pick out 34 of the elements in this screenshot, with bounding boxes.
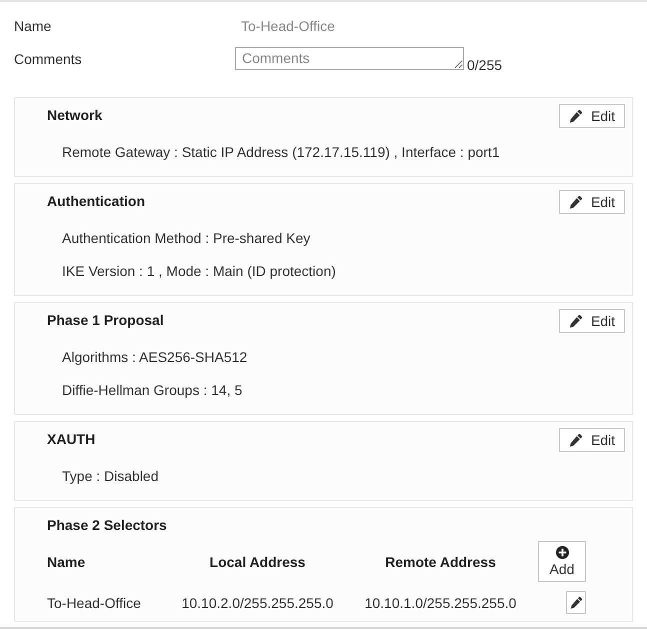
table-cell: 10.10.2.0/255.255.255.0: [182, 594, 334, 610]
comments-label: Comments: [14, 50, 83, 66]
section-title: Network: [47, 106, 102, 122]
name-label: Name: [14, 18, 52, 34]
pencil-icon: [568, 109, 583, 123]
add-button[interactable]: Add: [538, 541, 586, 582]
name-value: To-Head-Office: [240, 18, 335, 34]
section-title: Phase 2 Selectors: [47, 516, 167, 532]
pencil-icon: [568, 433, 583, 447]
column-header: Remote Address: [385, 554, 496, 570]
section-detail: Type : Disabled: [62, 467, 160, 486]
table-cell: 10.10.1.0/255.255.255.0: [364, 594, 516, 610]
section-title: XAUTH: [47, 430, 96, 446]
section-detail: Remote Gateway : Static IP Address (172.17.15.119) , Interface : port1: [62, 143, 501, 162]
edit-button[interactable]: Edit: [559, 309, 625, 333]
section-detail: IKE Version : 1 , Mode : Main (ID protection): [62, 262, 337, 281]
plus-circle-icon: [556, 546, 568, 559]
section-detail: Algorithms : AES256-SHA512: [62, 348, 248, 367]
section-detail: Diffie-Hellman Groups : 14, 5: [62, 381, 244, 400]
edit-button[interactable]: [566, 591, 586, 614]
section-detail: Authentication Method : Pre-shared Key: [62, 229, 312, 248]
comments-field[interactable]: Comments: [235, 47, 464, 70]
edit-button[interactable]: Edit: [559, 104, 625, 128]
section-title: Phase 1 Proposal: [47, 312, 164, 328]
section-title: Authentication: [47, 192, 145, 208]
pencil-icon: [568, 195, 583, 209]
pencil-icon: [570, 596, 582, 609]
pencil-icon: [568, 314, 583, 328]
character-counter: 0/255: [467, 57, 502, 73]
edit-button[interactable]: Edit: [559, 190, 625, 214]
column-header: Local Address: [210, 554, 306, 570]
edit-button[interactable]: Edit: [559, 428, 625, 452]
column-header: Name: [47, 554, 86, 570]
table-cell: To-Head-Office: [47, 594, 141, 610]
